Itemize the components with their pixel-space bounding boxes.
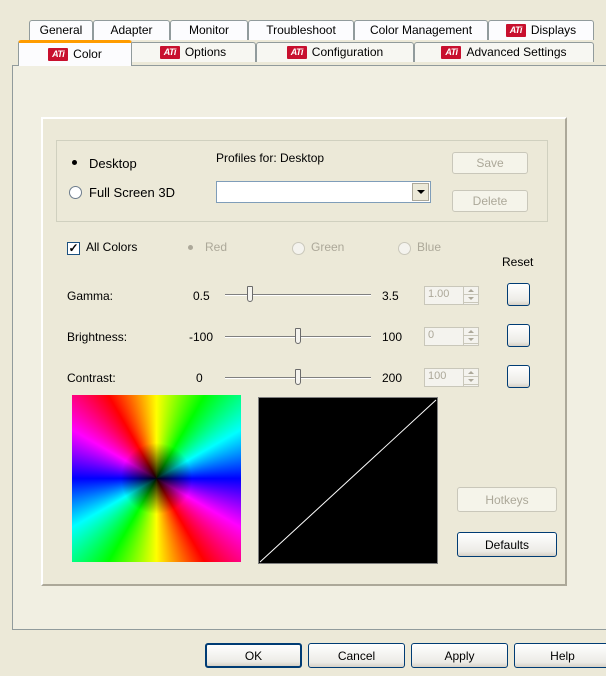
tab-monitor[interactable]: Monitor	[170, 20, 248, 40]
cancel-button[interactable]: Cancel	[308, 643, 405, 668]
brightness-label: Brightness:	[67, 330, 128, 344]
tab-label: General	[39, 23, 83, 37]
contrast-spinner[interactable]: 100	[424, 368, 479, 387]
spin-down-icon[interactable]	[464, 295, 478, 303]
gamma-max: 3.5	[382, 289, 399, 303]
brightness-value: 0	[428, 329, 435, 341]
ati-logo-icon: ATi	[48, 48, 69, 61]
apply-button[interactable]: Apply	[411, 643, 508, 668]
ok-button[interactable]: OK	[205, 643, 302, 668]
all-colors-checkbox[interactable]: ✓	[67, 242, 80, 255]
gamma-curve-preview	[258, 397, 438, 564]
profile-dropdown[interactable]	[216, 181, 431, 203]
spin-up-icon[interactable]	[464, 369, 478, 377]
contrast-min: 0	[196, 371, 203, 385]
brightness-min: -100	[189, 330, 214, 344]
profiles-label: Profiles for: Desktop	[216, 151, 325, 165]
tab-options[interactable]: ATi Options	[130, 42, 256, 62]
tab-label: Advanced Settings	[466, 45, 567, 59]
tab-displays[interactable]: ATi Displays	[488, 20, 594, 40]
green-radio[interactable]	[292, 242, 305, 255]
red-radio[interactable]	[185, 242, 198, 255]
defaults-button[interactable]: Defaults	[457, 532, 557, 557]
spin-down-icon[interactable]	[464, 377, 478, 385]
spin-up-icon[interactable]	[464, 328, 478, 336]
spin-up-icon[interactable]	[464, 287, 478, 295]
save-button[interactable]: Save	[452, 152, 528, 174]
ati-logo-icon: ATi	[441, 46, 462, 59]
fullscreen-3d-radio[interactable]	[69, 186, 82, 199]
ati-logo-icon: ATi	[159, 46, 180, 59]
tab-advanced-settings[interactable]: ATi Advanced Settings	[414, 42, 594, 62]
color-wheel-preview	[72, 395, 241, 562]
help-button[interactable]: Help	[514, 643, 606, 668]
blue-radio[interactable]	[398, 242, 411, 255]
tab-color-management[interactable]: Color Management	[354, 20, 488, 40]
gamma-slider-thumb[interactable]	[246, 286, 253, 302]
delete-button[interactable]: Delete	[452, 190, 528, 212]
tab-color[interactable]: ATi Color	[18, 40, 132, 66]
brightness-slider-thumb[interactable]	[295, 328, 301, 344]
gamma-curve-line	[259, 399, 437, 563]
gamma-curve-svg	[259, 399, 437, 563]
gamma-spinner[interactable]: 1.00	[424, 286, 479, 305]
tab-label: Displays	[530, 23, 577, 37]
tab-label: Options	[184, 45, 227, 59]
tab-label: Configuration	[311, 45, 384, 59]
contrast-value: 100	[428, 370, 447, 382]
gamma-value: 1.00	[428, 288, 450, 300]
spin-down-icon[interactable]	[464, 336, 478, 344]
brightness-max: 100	[382, 330, 403, 344]
tab-label: Color Management	[369, 23, 473, 37]
reset-label: Reset	[502, 255, 534, 269]
tab-adapter[interactable]: Adapter	[93, 20, 170, 40]
desktop-label: Desktop	[89, 156, 137, 171]
contrast-slider-thumb[interactable]	[295, 369, 301, 385]
contrast-max: 200	[382, 371, 403, 385]
gamma-min: 0.5	[193, 289, 210, 303]
red-label: Red	[205, 240, 228, 254]
ati-logo-icon: ATi	[286, 46, 307, 59]
chevron-down-icon[interactable]	[412, 183, 429, 201]
fullscreen-3d-label: Full Screen 3D	[89, 185, 175, 200]
green-label: Green	[311, 240, 345, 254]
brightness-reset-button[interactable]	[507, 324, 530, 347]
ati-logo-icon: ATi	[505, 24, 526, 37]
tab-general[interactable]: General	[29, 20, 93, 40]
contrast-reset-button[interactable]	[507, 365, 530, 388]
tab-troubleshoot[interactable]: Troubleshoot	[248, 20, 354, 40]
desktop-radio[interactable]	[69, 157, 82, 170]
tab-label: Monitor	[188, 23, 229, 37]
gamma-reset-button[interactable]	[507, 283, 530, 306]
all-colors-label: All Colors	[86, 240, 138, 254]
hotkeys-button[interactable]: Hotkeys	[457, 487, 557, 512]
tab-label: Troubleshoot	[266, 23, 336, 37]
tab-label: Adapter	[110, 23, 153, 37]
tab-configuration[interactable]: ATi Configuration	[256, 42, 414, 62]
brightness-spinner[interactable]: 0	[424, 327, 479, 346]
blue-label: Blue	[417, 240, 442, 254]
tab-label: Color	[73, 47, 102, 61]
gamma-label: Gamma:	[67, 289, 114, 303]
contrast-label: Contrast:	[67, 371, 116, 385]
